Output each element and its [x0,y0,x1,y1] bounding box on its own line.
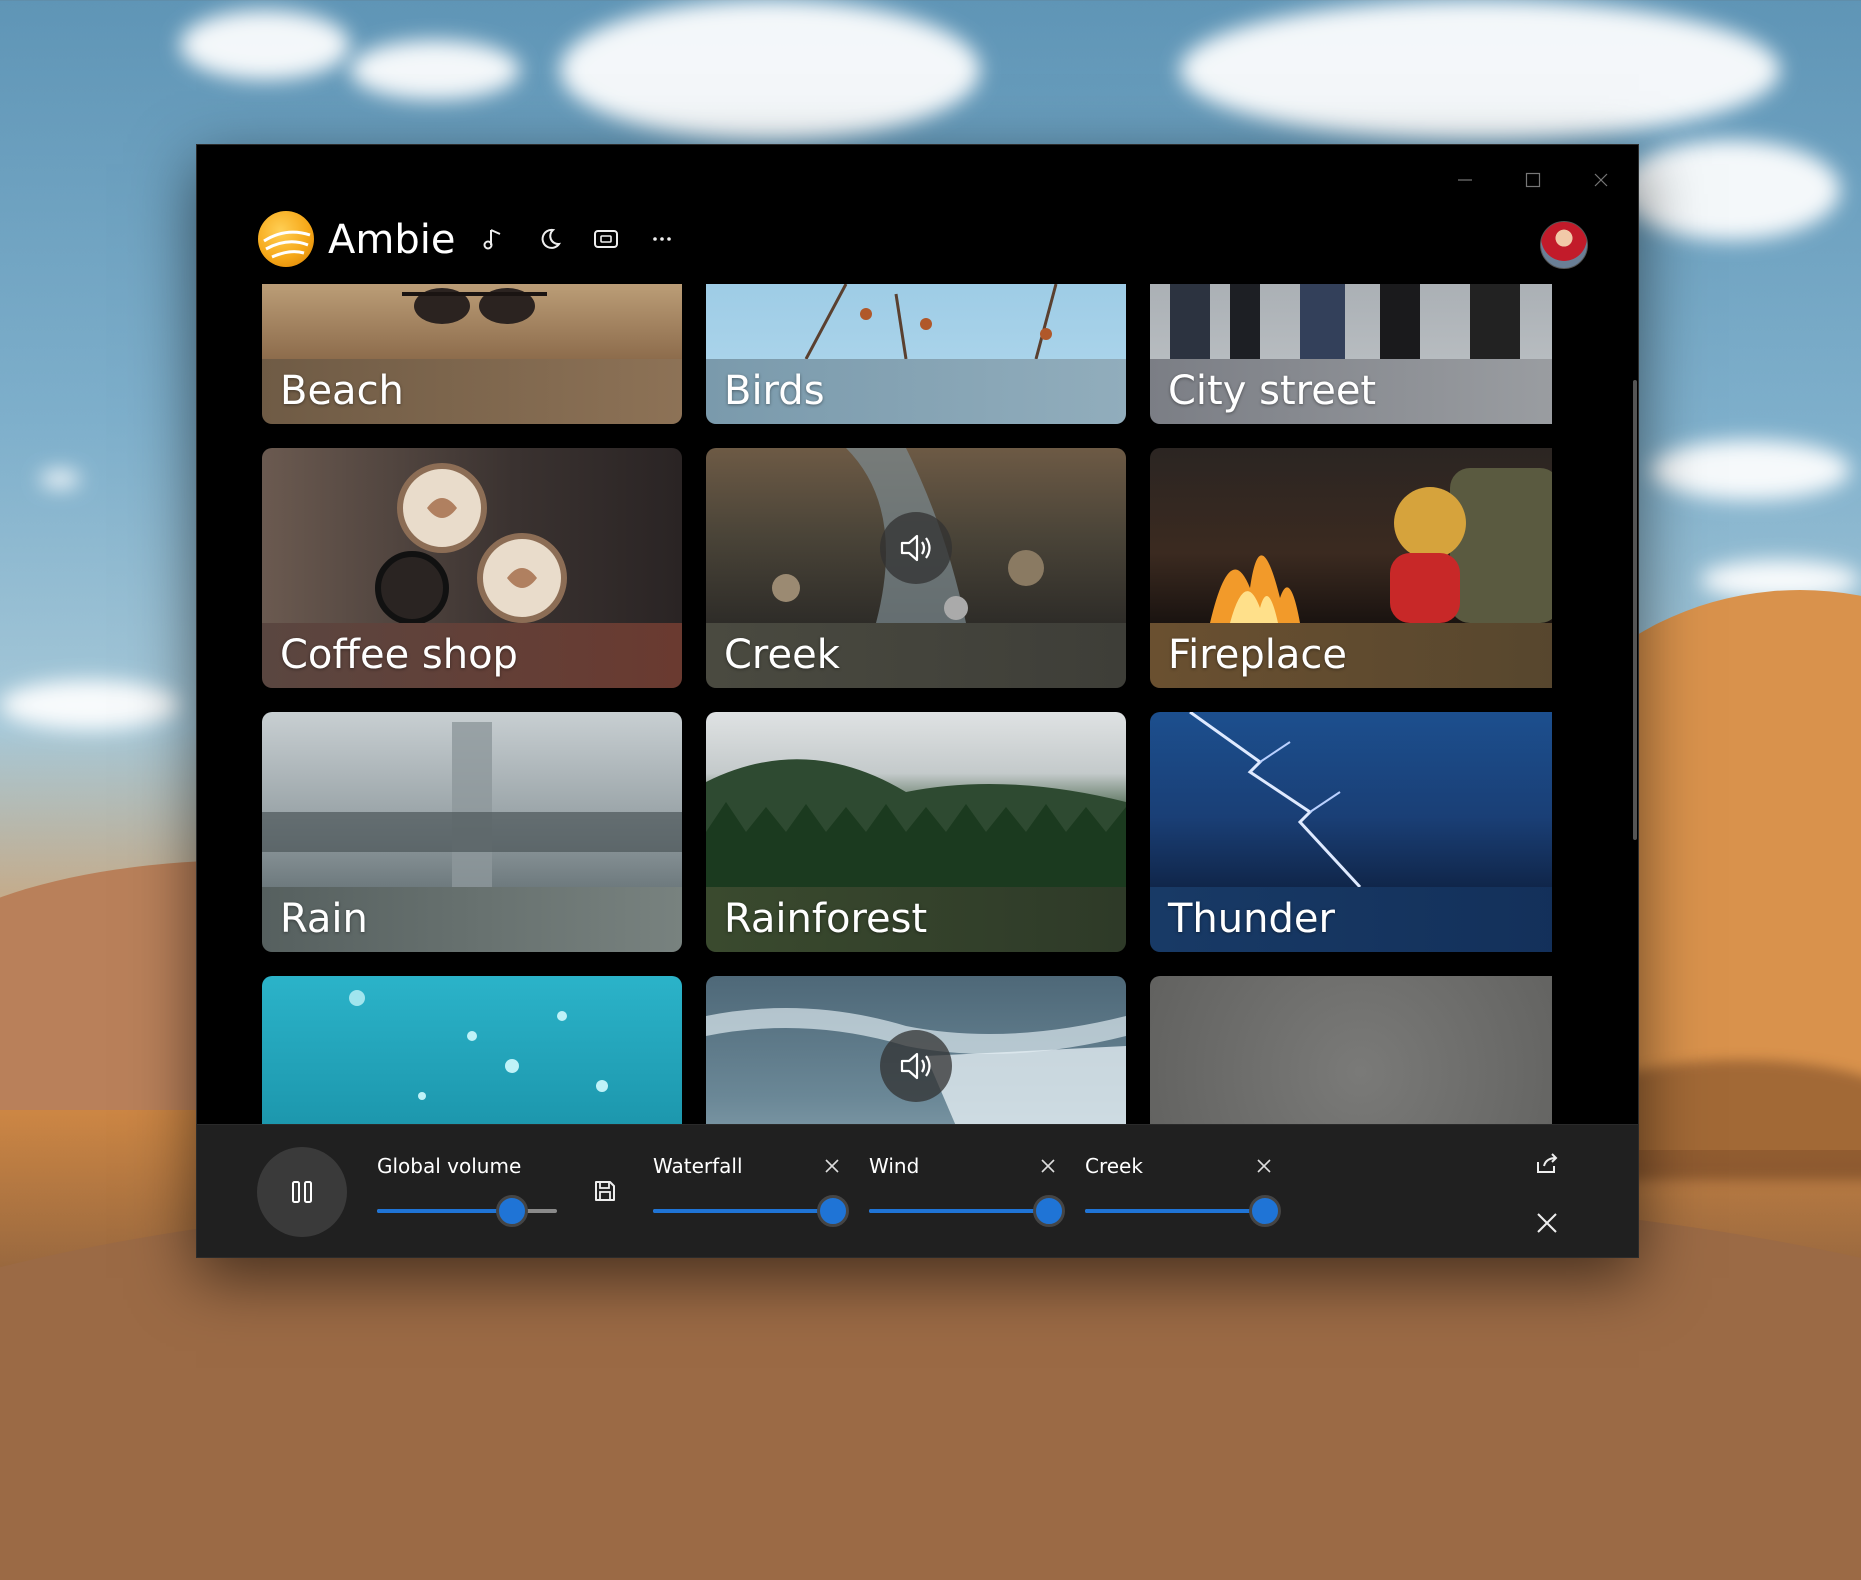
app-title: Ambie [328,217,456,263]
fireplace-image [1150,448,1552,623]
more-icon[interactable] [644,221,680,257]
sound-tile-city-street[interactable]: City street [1150,284,1552,424]
sound-tile-rain[interactable]: Rain [262,712,682,952]
moon-icon[interactable] [532,221,568,257]
sound-label: Creek [724,632,840,678]
sound-tile-ocean[interactable] [262,976,682,1124]
app-header: Ambie [258,211,1588,271]
remove-sound-close-icon[interactable] [1251,1153,1277,1179]
sound-label: Rainforest [724,896,928,942]
sound-label: Coffee shop [280,632,518,678]
pause-button[interactable] [257,1147,347,1237]
screensaver-icon[interactable] [588,221,624,257]
sound-tile-rainforest[interactable]: Rainforest [706,712,1126,952]
minimize-icon[interactable] [1447,165,1483,195]
sound-label: Thunder [1168,896,1335,942]
remove-sound-close-icon[interactable] [1035,1153,1061,1179]
birds-image [706,284,1126,359]
ocean-image [262,976,682,1124]
sound-tile-creek[interactable]: Creek [706,448,1126,688]
active-sound-name: Wind [869,1154,920,1178]
speaker-playing-icon [880,512,952,584]
save-mix-icon[interactable] [585,1171,625,1211]
coffee-shop-image [262,448,682,623]
ambie-window: Ambie Beach Birds City street Coffee sho… [196,144,1639,1258]
speaker-playing-icon [880,1030,952,1102]
close-player-close-icon[interactable] [1527,1203,1567,1243]
sound-grid: Beach Birds City street Coffee shop Cree… [262,284,1552,1124]
share-icon[interactable] [1527,1143,1567,1183]
vertical-scrollbar[interactable] [1633,380,1637,840]
maximize-icon[interactable] [1515,165,1551,195]
thunder-image [1150,712,1552,887]
ambie-logo [258,211,314,267]
rainforest-image [706,712,1126,887]
sound-tile-fireplace[interactable]: Fireplace [1150,448,1552,688]
noise-image [1150,976,1552,1124]
sound-volume-slider[interactable] [1085,1195,1281,1227]
active-sound-name: Creek [1085,1154,1143,1178]
sound-label: Birds [724,368,825,414]
sound-volume-slider[interactable] [869,1195,1065,1227]
active-sound-name: Waterfall [653,1154,743,1178]
city-street-image [1150,284,1552,359]
sound-tile-noise[interactable] [1150,976,1552,1124]
global-volume-slider[interactable] [377,1195,557,1227]
sound-label: City street [1168,368,1377,414]
sound-tile-waterfall[interactable] [706,976,1126,1124]
player-bar: Global volume Waterfall Wind Creek [197,1124,1638,1257]
rain-image [262,712,682,887]
remove-sound-close-icon[interactable] [819,1153,845,1179]
sound-tile-birds[interactable]: Birds [706,284,1126,424]
user-avatar[interactable] [1540,221,1588,269]
sound-tile-coffee-shop[interactable]: Coffee shop [262,448,682,688]
sound-label: Beach [280,368,404,414]
sound-label: Fireplace [1168,632,1348,678]
sound-tile-beach[interactable]: Beach [262,284,682,424]
sound-label: Rain [280,896,368,942]
close-icon[interactable] [1583,165,1619,195]
beach-image [262,284,682,359]
global-volume-label: Global volume [377,1154,522,1178]
sound-tile-thunder[interactable]: Thunder [1150,712,1552,952]
sound-volume-slider[interactable] [653,1195,849,1227]
music-note-icon[interactable] [476,221,512,257]
